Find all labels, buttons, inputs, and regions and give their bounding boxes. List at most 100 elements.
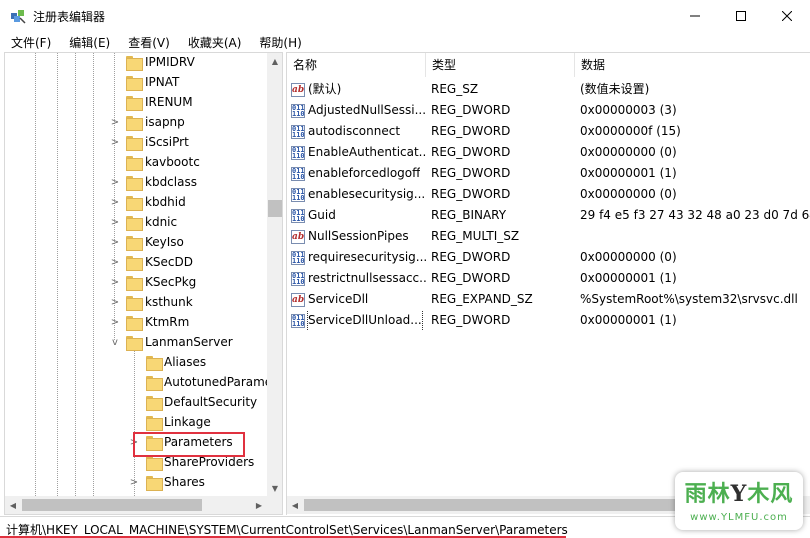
value-row[interactable]: 011 110 Guid REG_BINARY 29 f4 e5 f3 27 43 32… [287,205,810,226]
menu-favorites[interactable]: 收藏夹(A) [177,34,249,51]
folder-icon [126,56,143,71]
tree-item-label: Aliases [164,355,207,369]
tree-item[interactable]: > isapnp [5,113,267,133]
folder-icon [126,256,143,271]
expand-chevron-icon[interactable]: > [109,277,121,289]
values-list[interactable]: 名称 类型 数据 ab (默认) REG_SZ (数值未设置) 011 110 Adjust… [286,52,810,515]
column-data-header[interactable]: 数据 [575,53,810,77]
tree-item[interactable]: AutotunedParame [5,373,272,393]
scroll-right-icon[interactable]: ▶ [251,496,267,514]
expand-chevron-icon[interactable]: > [109,217,121,229]
tree-item[interactable]: > KeyIso [5,233,267,253]
value-name: restrictnullsessacc... [308,271,426,285]
tree-item[interactable]: > KSecPkg [5,273,267,293]
watermark-text-left: 雨林 [684,481,731,507]
scroll-up-icon[interactable]: ▲ [267,53,282,69]
tree-item[interactable]: > iScsiPrt [5,133,267,153]
tree-item-label: kbdhid [145,195,186,209]
tree-item[interactable]: > KSecDD [5,253,267,273]
value-type: REG_BINARY [431,208,507,222]
value-type: REG_SZ [431,82,479,96]
binary-value-icon: 011 110 [291,187,305,202]
expand-chevron-icon[interactable]: > [109,177,121,189]
list-hscroll-thumb[interactable] [304,499,714,511]
expand-chevron-icon[interactable]: > [109,137,121,149]
value-data: 0x00000001 (1) [580,271,677,285]
menu-help[interactable]: 帮助(H) [248,34,308,51]
value-row[interactable]: 011 110 enablesecuritysig... REG_DWORD 0x000… [287,184,810,205]
collapse-chevron-icon[interactable]: v [109,337,121,349]
column-type-header[interactable]: 类型 [426,53,575,77]
scroll-down-icon[interactable]: ▼ [267,480,282,496]
tree-item[interactable]: > Shares [5,473,267,493]
value-row[interactable]: ab NullSessionPipes REG_MULTI_SZ [287,226,810,247]
tree-item[interactable]: > KtmRm [5,313,267,333]
column-name-header[interactable]: 名称 [287,53,426,77]
expand-chevron-icon[interactable]: > [109,257,121,269]
value-row[interactable]: ab (默认) REG_SZ (数值未设置) [287,79,810,100]
tree-item-label: IPMIDRV [145,55,195,69]
tree-item[interactable]: kavbootc [5,153,267,173]
tree-item-label: IRENUM [145,95,193,109]
string-value-icon: ab [291,82,305,97]
tree-item[interactable]: Aliases [5,353,267,373]
value-row[interactable]: 011 110 AdjustedNullSessi... REG_DWORD 0x000… [287,100,810,121]
tree-hscroll-thumb[interactable] [22,499,202,511]
value-row[interactable]: 011 110 ServiceDllUnload... REG_DWORD 0x0000… [287,310,810,331]
binary-value-icon: 011 110 [291,103,305,118]
tree-item[interactable]: > kdnic [5,213,267,233]
menu-view[interactable]: 查看(V) [117,34,177,51]
tree-item[interactable]: IPNAT [5,73,267,93]
tree-item[interactable]: IPMIDRV [5,53,267,73]
tree-item-label: kbdclass [145,175,197,189]
menu-edit[interactable]: 编辑(E) [58,34,117,51]
menu-file[interactable]: 文件(F) [0,34,58,51]
window-title: 注册表编辑器 [33,9,106,24]
expand-chevron-icon[interactable]: > [109,297,121,309]
tree-item-label: Linkage [164,415,211,429]
scroll-left-icon[interactable]: ◀ [5,496,21,514]
expand-chevron-icon[interactable]: > [109,117,121,129]
value-data: 29 f4 e5 f3 27 43 32 48 a0 23 d0 7d 64 [580,208,810,222]
value-type: REG_DWORD [431,271,511,285]
binary-value-icon: 011 110 [291,250,305,265]
tree-item[interactable]: Linkage [5,413,267,433]
value-row[interactable]: ab ServiceDll REG_EXPAND_SZ %SystemRoot%\sy… [287,289,810,310]
value-name-cell: 011 110 enablesecuritysig... [291,184,426,205]
tree-item[interactable]: > kbdhid [5,193,267,213]
maximize-button[interactable] [718,0,764,32]
value-name: EnableAuthenticat... [308,145,426,159]
tree-item-label: KtmRm [145,315,190,329]
close-button[interactable] [764,0,810,32]
string-value-icon: ab [291,229,305,244]
folder-icon [146,356,163,371]
tree-item[interactable]: > kbdclass [5,173,267,193]
tree-vertical-scrollbar[interactable]: ▲ ▼ [267,53,282,496]
expand-chevron-icon[interactable]: > [128,477,140,489]
value-row[interactable]: 011 110 restrictnullsessacc... REG_DWORD 0x0… [287,268,810,289]
tree-item[interactable]: DefaultSecurity [5,393,267,413]
folder-icon [146,416,163,431]
value-row[interactable]: 011 110 autodisconnect REG_DWORD 0x0000000f … [287,121,810,142]
scroll-left-icon[interactable]: ◀ [287,496,303,514]
tree-item[interactable]: IRENUM [5,93,267,113]
value-row[interactable]: 011 110 requiresecuritysig... REG_DWORD 0x00… [287,247,810,268]
tree-item[interactable]: > ksthunk [5,293,267,313]
tree-item[interactable]: v LanmanServer [5,333,267,353]
expand-chevron-icon[interactable]: > [109,317,121,329]
value-row[interactable]: 011 110 enableforcedlogoff REG_DWORD 0x00000… [287,163,810,184]
watermark-text-right: 木风 [747,481,794,507]
value-row[interactable]: 011 110 EnableAuthenticat... REG_DWORD 0x000… [287,142,810,163]
tree-horizontal-scrollbar[interactable]: ◀ ▶ [5,496,267,514]
minimize-button[interactable] [672,0,718,32]
expand-chevron-icon[interactable]: > [109,197,121,209]
tree-scroll-thumb[interactable] [268,200,282,217]
expand-chevron-icon[interactable]: > [109,237,121,249]
value-type: REG_MULTI_SZ [431,229,520,243]
value-type: REG_DWORD [431,124,511,138]
